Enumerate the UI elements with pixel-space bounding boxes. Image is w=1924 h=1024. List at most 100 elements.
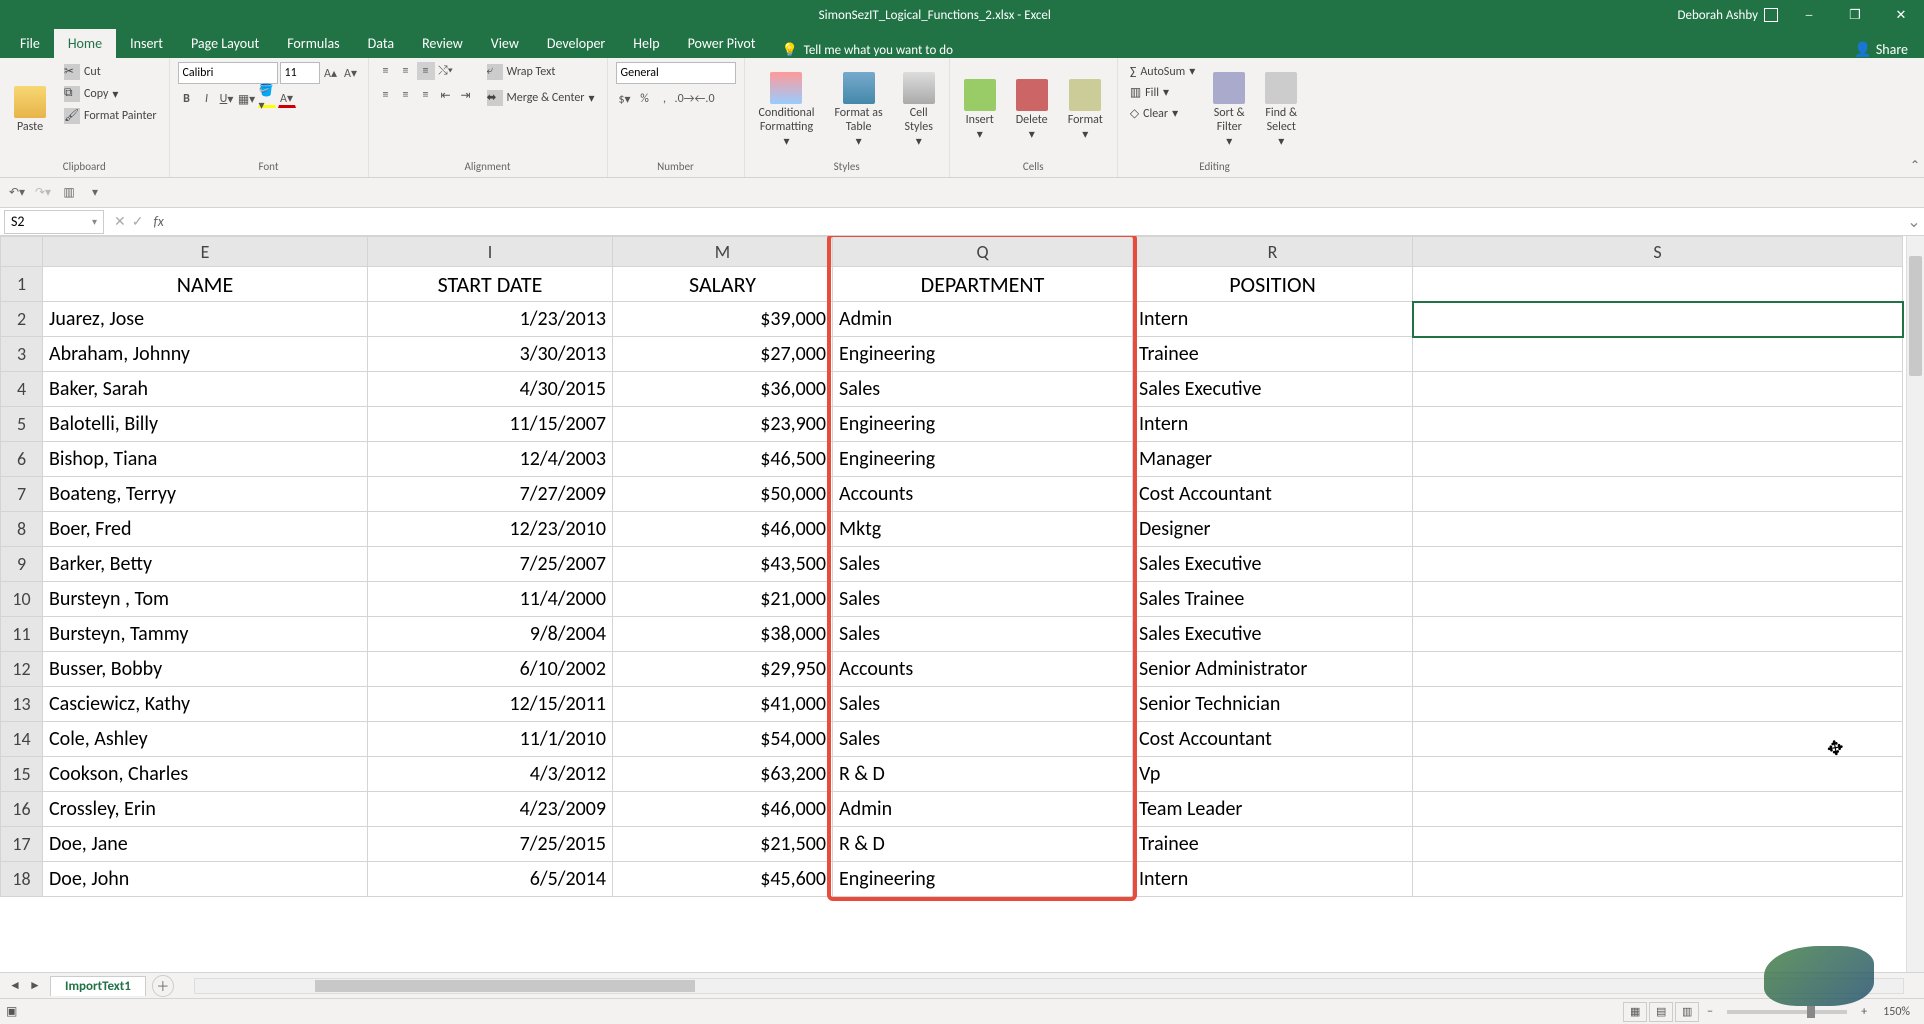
underline-button[interactable]: U▾ — [218, 90, 236, 108]
cell[interactable]: 11/4/2000 — [368, 582, 613, 617]
cell[interactable]: $43,500 — [613, 547, 833, 582]
zoom-slider[interactable] — [1727, 1010, 1847, 1014]
clear-button[interactable]: ◇ Clear ▾ — [1126, 104, 1199, 123]
cell[interactable] — [1413, 267, 1903, 302]
cell[interactable] — [1413, 477, 1903, 512]
enter-formula-icon[interactable]: ✓ — [132, 213, 144, 230]
cell[interactable]: Sales — [833, 372, 1133, 407]
row-header[interactable]: 17 — [1, 827, 43, 862]
collapse-ribbon-icon[interactable]: ⌃ — [1910, 158, 1920, 173]
row-header[interactable]: 11 — [1, 617, 43, 652]
copy-button[interactable]: ⧉Copy ▾ — [60, 84, 161, 104]
cell[interactable]: Doe, John — [43, 862, 368, 897]
cell[interactable]: $41,000 — [613, 687, 833, 722]
cell[interactable]: R & D — [833, 827, 1133, 862]
minimize-button[interactable]: ─ — [1786, 0, 1832, 30]
tab-home[interactable]: Home — [54, 29, 116, 58]
cell[interactable] — [1413, 442, 1903, 477]
cell[interactable]: Intern — [1133, 302, 1413, 337]
row-header[interactable]: 9 — [1, 547, 43, 582]
sheet-nav-next-icon[interactable]: ► — [26, 977, 44, 995]
row-header[interactable]: 14 — [1, 722, 43, 757]
cell[interactable]: Busser, Bobby — [43, 652, 368, 687]
zoom-in-button[interactable]: + — [1855, 1003, 1873, 1021]
select-all-corner[interactable] — [1, 237, 43, 267]
cell[interactable]: Engineering — [833, 862, 1133, 897]
col-header-Q[interactable]: Q — [833, 237, 1133, 267]
add-sheet-button[interactable]: ＋ — [152, 975, 174, 997]
format-cells-button[interactable]: Format▾ — [1062, 62, 1109, 158]
align-right-icon[interactable]: ≡ — [417, 86, 435, 104]
autosum-button[interactable]: ∑ AutoSum ▾ — [1126, 62, 1199, 81]
cell[interactable]: $63,200 — [613, 757, 833, 792]
cell[interactable] — [1413, 582, 1903, 617]
cell[interactable]: Boateng, Terryy — [43, 477, 368, 512]
align-bottom-icon[interactable]: ≡ — [417, 62, 435, 80]
paste-button[interactable]: Paste — [8, 62, 52, 158]
cell[interactable]: Barker, Betty — [43, 547, 368, 582]
cell[interactable]: Senior Administrator — [1133, 652, 1413, 687]
col-header-E[interactable]: E — [43, 237, 368, 267]
cell[interactable]: Sales Executive — [1133, 617, 1413, 652]
cell[interactable]: Accounts — [833, 652, 1133, 687]
grid-area[interactable]: E I M Q R S 1 NAME START DATE SALARY DEP… — [0, 236, 1924, 972]
tab-developer[interactable]: Developer — [533, 29, 619, 58]
percent-button[interactable]: % — [636, 90, 654, 108]
row-header[interactable]: 10 — [1, 582, 43, 617]
tab-page-layout[interactable]: Page Layout — [177, 29, 273, 58]
cell[interactable]: 12/4/2003 — [368, 442, 613, 477]
cell[interactable]: Abraham, Johnny — [43, 337, 368, 372]
cell[interactable] — [1413, 687, 1903, 722]
cell[interactable]: 12/23/2010 — [368, 512, 613, 547]
cell[interactable] — [1413, 512, 1903, 547]
cell[interactable]: Engineering — [833, 442, 1133, 477]
row-header[interactable]: 5 — [1, 407, 43, 442]
row-header[interactable]: 16 — [1, 792, 43, 827]
tab-insert[interactable]: Insert — [116, 29, 177, 58]
cell[interactable]: $21,500 — [613, 827, 833, 862]
zoom-level[interactable]: 150% — [1875, 1005, 1918, 1019]
cell[interactable]: 4/30/2015 — [368, 372, 613, 407]
row-header[interactable]: 18 — [1, 862, 43, 897]
cell[interactable]: Bursteyn , Tom — [43, 582, 368, 617]
undo-button[interactable]: ↶▾ — [8, 184, 26, 202]
col-header-R[interactable]: R — [1133, 237, 1413, 267]
cancel-formula-icon[interactable]: ✕ — [114, 213, 126, 230]
cell[interactable]: 6/5/2014 — [368, 862, 613, 897]
cell[interactable]: Cost Accountant — [1133, 477, 1413, 512]
row-header[interactable]: 2 — [1, 302, 43, 337]
cell[interactable]: $38,000 — [613, 617, 833, 652]
delete-cells-button[interactable]: Delete▾ — [1010, 62, 1054, 158]
format-as-table-button[interactable]: Format as Table▾ — [828, 62, 888, 158]
cell[interactable]: $21,000 — [613, 582, 833, 617]
cell[interactable]: Intern — [1133, 407, 1413, 442]
cell[interactable]: Accounts — [833, 477, 1133, 512]
cell[interactable]: Boer, Fred — [43, 512, 368, 547]
cell[interactable]: $46,000 — [613, 792, 833, 827]
cell[interactable]: Casciewicz, Kathy — [43, 687, 368, 722]
cell[interactable]: Cole, Ashley — [43, 722, 368, 757]
cell[interactable]: $29,950 — [613, 652, 833, 687]
cell[interactable]: START DATE — [368, 267, 613, 302]
qat-customize-button[interactable]: ▾ — [86, 184, 104, 202]
cell[interactable]: 3/30/2013 — [368, 337, 613, 372]
cell[interactable]: Sales Executive — [1133, 547, 1413, 582]
cell[interactable]: 7/25/2015 — [368, 827, 613, 862]
cell[interactable]: Intern — [1133, 862, 1413, 897]
cell[interactable]: 9/8/2004 — [368, 617, 613, 652]
cell[interactable]: 4/23/2009 — [368, 792, 613, 827]
cell[interactable]: Trainee — [1133, 827, 1413, 862]
cell[interactable]: $23,900 — [613, 407, 833, 442]
scrollbar-thumb[interactable] — [1909, 256, 1922, 376]
orientation-icon[interactable]: ⤭▾ — [437, 62, 455, 80]
cell[interactable] — [1413, 337, 1903, 372]
font-size-input[interactable] — [280, 62, 320, 84]
outdent-icon[interactable]: ⇤ — [437, 86, 455, 104]
row-header[interactable]: 6 — [1, 442, 43, 477]
insert-cells-button[interactable]: Insert▾ — [958, 62, 1002, 158]
row-header[interactable]: 1 — [1, 267, 43, 302]
wrap-text-button[interactable]: ⤶Wrap Text — [483, 62, 599, 82]
comma-button[interactable]: , — [656, 90, 674, 108]
tellme-box[interactable]: 💡 Tell me what you want to do — [769, 43, 965, 58]
cell[interactable]: Admin — [833, 792, 1133, 827]
